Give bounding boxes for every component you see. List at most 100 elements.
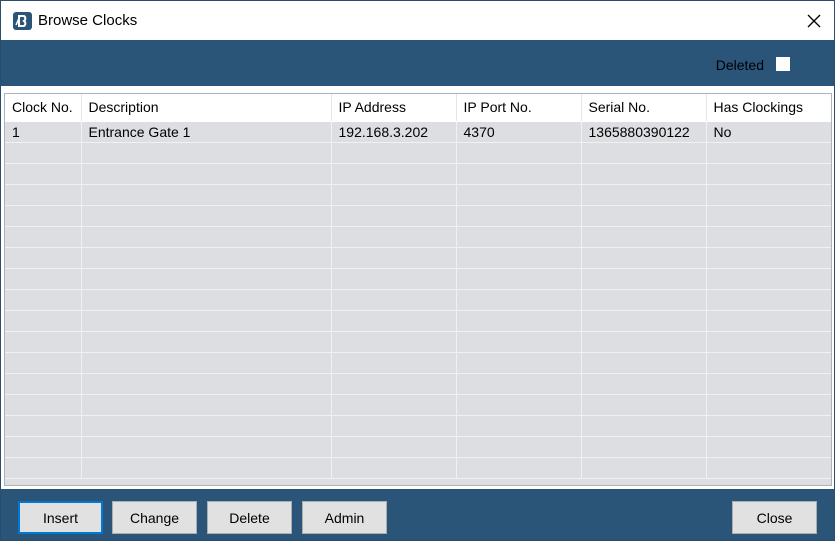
table-cell bbox=[581, 163, 707, 185]
empty-row[interactable] bbox=[5, 352, 831, 374]
table-cell bbox=[5, 352, 82, 374]
empty-row[interactable] bbox=[5, 310, 831, 332]
change-button[interactable]: Change bbox=[112, 501, 197, 534]
table-cell bbox=[331, 184, 457, 206]
table-cell bbox=[5, 163, 82, 185]
table-cell bbox=[581, 415, 707, 437]
table-row[interactable]: 1 Entrance Gate 1 192.168.3.202 4370 1365880… bbox=[5, 121, 831, 143]
delete-button[interactable]: Delete bbox=[207, 501, 292, 534]
empty-row[interactable] bbox=[5, 268, 831, 290]
table-cell bbox=[81, 226, 332, 248]
table-cell bbox=[331, 205, 457, 227]
table-cell bbox=[81, 184, 332, 206]
empty-row[interactable] bbox=[5, 373, 831, 395]
table-cell bbox=[331, 415, 457, 437]
table-cell bbox=[331, 163, 457, 185]
table-cell bbox=[581, 226, 707, 248]
table-cell bbox=[581, 373, 707, 395]
empty-row[interactable] bbox=[5, 457, 831, 479]
table-cell bbox=[5, 457, 82, 479]
table-cell bbox=[331, 373, 457, 395]
empty-row[interactable] bbox=[5, 394, 831, 416]
app-logo-icon bbox=[13, 12, 32, 30]
empty-row[interactable] bbox=[5, 331, 831, 353]
close-icon[interactable] bbox=[806, 13, 822, 29]
table-cell bbox=[456, 457, 582, 479]
table-cell bbox=[456, 184, 582, 206]
table-cell bbox=[81, 142, 332, 164]
empty-row[interactable] bbox=[5, 184, 831, 206]
table-cell bbox=[331, 289, 457, 311]
empty-row[interactable] bbox=[5, 163, 831, 185]
table-cell bbox=[331, 352, 457, 374]
table-cell bbox=[456, 247, 582, 269]
table-cell bbox=[581, 289, 707, 311]
table-cell bbox=[706, 436, 831, 458]
table-cell bbox=[581, 331, 707, 353]
table-cell bbox=[5, 331, 82, 353]
table-cell bbox=[81, 415, 332, 437]
table-cell: 1 bbox=[5, 121, 82, 143]
table-cell bbox=[456, 205, 582, 227]
table-cell bbox=[706, 457, 831, 479]
table-cell bbox=[456, 352, 582, 374]
column-header[interactable]: Description bbox=[81, 94, 332, 122]
empty-row[interactable] bbox=[5, 142, 831, 164]
close-button[interactable]: Close bbox=[732, 501, 817, 534]
table-cell bbox=[331, 457, 457, 479]
table-cell bbox=[5, 289, 82, 311]
table-cell bbox=[5, 436, 82, 458]
column-header[interactable]: Serial No. bbox=[581, 94, 707, 122]
window-title: Browse Clocks bbox=[38, 12, 138, 29]
browse-clocks-window: Browse Clocks Deleted Clock No. Descripti… bbox=[0, 0, 835, 541]
table-cell bbox=[456, 268, 582, 290]
column-header[interactable]: IP Address bbox=[331, 94, 457, 122]
table-cell bbox=[706, 142, 831, 164]
table-cell bbox=[706, 352, 831, 374]
table-cell bbox=[5, 142, 82, 164]
table-cell bbox=[81, 331, 332, 353]
table-cell bbox=[81, 247, 332, 269]
table-cell bbox=[581, 436, 707, 458]
table-cell bbox=[5, 184, 82, 206]
column-header[interactable]: IP Port No. bbox=[456, 94, 582, 122]
table-cell bbox=[81, 457, 332, 479]
table-cell bbox=[331, 226, 457, 248]
table-cell bbox=[706, 268, 831, 290]
insert-button[interactable]: Insert bbox=[18, 501, 103, 534]
table-cell bbox=[81, 394, 332, 416]
empty-row[interactable] bbox=[5, 205, 831, 227]
table-cell bbox=[706, 289, 831, 311]
button-bar: Insert Change Delete Admin Close bbox=[1, 489, 834, 540]
table-cell bbox=[81, 163, 332, 185]
table-cell bbox=[456, 331, 582, 353]
empty-row[interactable] bbox=[5, 415, 831, 437]
table-cell: 1365880390122 bbox=[581, 121, 707, 143]
table-cell bbox=[331, 247, 457, 269]
table-cell bbox=[456, 142, 582, 164]
table-cell bbox=[331, 310, 457, 332]
table-cell bbox=[706, 205, 831, 227]
table-cell bbox=[81, 352, 332, 374]
empty-row[interactable] bbox=[5, 226, 831, 248]
empty-row[interactable] bbox=[5, 247, 831, 269]
table-cell bbox=[706, 184, 831, 206]
table-cell bbox=[581, 268, 707, 290]
column-header[interactable]: Clock No. bbox=[5, 94, 82, 122]
admin-button[interactable]: Admin bbox=[302, 501, 387, 534]
table-cell bbox=[5, 205, 82, 227]
table-cell bbox=[5, 247, 82, 269]
table-cell bbox=[581, 352, 707, 374]
table-cell bbox=[5, 226, 82, 248]
table-cell bbox=[706, 163, 831, 185]
empty-row[interactable] bbox=[5, 436, 831, 458]
empty-row[interactable] bbox=[5, 289, 831, 311]
table-cell bbox=[706, 226, 831, 248]
table-cell bbox=[706, 310, 831, 332]
table-cell bbox=[5, 415, 82, 437]
table-cell bbox=[81, 310, 332, 332]
deleted-checkbox[interactable] bbox=[776, 57, 790, 71]
column-header[interactable]: Has Clockings bbox=[706, 94, 831, 122]
table-cell bbox=[706, 247, 831, 269]
table-cell bbox=[5, 373, 82, 395]
